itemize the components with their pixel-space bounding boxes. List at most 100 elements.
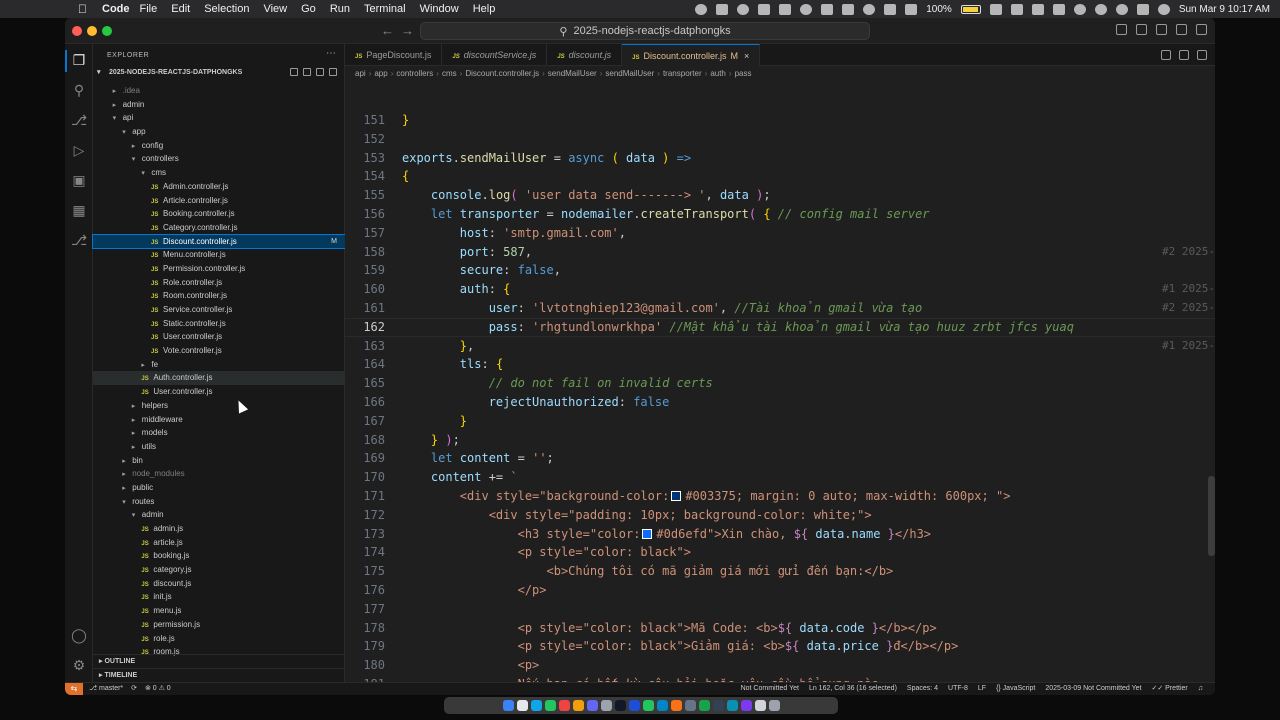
- file-item[interactable]: JS role.js: [93, 632, 345, 646]
- code-line[interactable]: 172 <div style="padding: 10px; backgroun…: [345, 506, 1215, 525]
- code-line[interactable]: 176 </p>: [345, 581, 1215, 600]
- split-editor-icon[interactable]: [1179, 50, 1189, 60]
- code-line[interactable]: 156 let transporter = nodemailer.createT…: [345, 205, 1215, 224]
- folder-item[interactable]: ▸ utils: [93, 440, 345, 454]
- code-line[interactable]: 155 console.log( 'user data send------->…: [345, 186, 1215, 205]
- prettier-status[interactable]: ✓✓ Prettier: [1152, 683, 1188, 695]
- file-item[interactable]: JS Room.controller.js: [93, 289, 345, 303]
- folder-item[interactable]: ▸ node_modules: [93, 467, 345, 481]
- display-icon[interactable]: [1010, 3, 1023, 15]
- minimize-window-button[interactable]: [87, 26, 97, 36]
- open-changes-icon[interactable]: [1161, 50, 1171, 60]
- messages-icon[interactable]: [544, 700, 556, 711]
- end-of-line[interactable]: LF: [978, 683, 986, 695]
- file-item[interactable]: JS Article.controller.js: [93, 194, 345, 208]
- more-editor-actions-icon[interactable]: [1197, 50, 1207, 60]
- sublime-icon[interactable]: [670, 700, 682, 711]
- menu-window[interactable]: Window: [420, 3, 459, 15]
- folder-item[interactable]: ▸ config: [93, 139, 345, 153]
- file-item[interactable]: JS category.js: [93, 563, 345, 577]
- code-line[interactable]: 179 <p style="color: black">Giảm giá: <b…: [345, 637, 1215, 656]
- file-item[interactable]: JS article.js: [93, 536, 345, 550]
- folder-item[interactable]: ▸ middleware: [93, 413, 345, 427]
- breadcrumb-item[interactable]: api: [355, 69, 366, 78]
- control-center-icon[interactable]: [1136, 3, 1149, 15]
- editor-tab[interactable]: JS discountService.js: [442, 44, 548, 66]
- code-line[interactable]: 160 auth: {#1 2025-: [345, 280, 1215, 299]
- file-item[interactable]: JS Discount.controller.js M: [92, 233, 346, 250]
- file-item[interactable]: JS menu.js: [93, 604, 345, 618]
- zalo-icon[interactable]: [656, 700, 668, 711]
- menu-terminal[interactable]: Terminal: [364, 3, 406, 15]
- extensions-icon[interactable]: ▦: [71, 202, 87, 218]
- dock-app-icon[interactable]: [726, 700, 738, 711]
- file-item[interactable]: JS Auth.controller.js: [93, 371, 345, 386]
- chrome-icon[interactable]: [737, 3, 750, 15]
- breadcrumb-item[interactable]: transporter: [663, 69, 702, 78]
- cursor-position[interactable]: Ln 162, Col 36 (16 selected): [809, 683, 897, 695]
- file-item[interactable]: JS discount.js: [93, 577, 345, 591]
- file-item[interactable]: JS init.js: [93, 590, 345, 604]
- timeline-section[interactable]: ▸ TIMELINE: [93, 668, 345, 682]
- file-item[interactable]: JS Permission.controller.js: [93, 262, 345, 276]
- code-line[interactable]: 166 rejectUnauthorized: false: [345, 393, 1215, 412]
- code-line[interactable]: 181 Nếu bạn có bất kỳ câu hỏi hoặc yêu c…: [345, 675, 1215, 682]
- close-tab-icon[interactable]: ×: [744, 51, 749, 61]
- mail-icon[interactable]: [558, 700, 570, 711]
- vpn-icon[interactable]: [821, 3, 834, 15]
- file-item[interactable]: JS permission.js: [93, 618, 345, 632]
- code-line[interactable]: 173 <h3 style="color: #0d6efd">Xin chào, …: [345, 525, 1215, 544]
- dock-app-icon[interactable]: [712, 700, 724, 711]
- dock-app-icon[interactable]: [740, 700, 752, 711]
- menu-help[interactable]: Help: [473, 3, 496, 15]
- user-icon[interactable]: [1094, 3, 1107, 15]
- folder-item[interactable]: ▾ controllers: [93, 152, 345, 166]
- launchpad-icon[interactable]: [516, 700, 528, 711]
- indentation[interactable]: Spaces: 4: [907, 683, 938, 695]
- menu-app-name[interactable]: Code: [102, 3, 130, 15]
- code-line[interactable]: 178 <p style="color: black">Mã Code: <b>…: [345, 619, 1215, 638]
- menu-edit[interactable]: Edit: [171, 3, 190, 15]
- outline-section[interactable]: ▸ OUTLINE: [93, 654, 345, 668]
- menu-view[interactable]: View: [263, 3, 287, 15]
- file-item[interactable]: JS User.controller.js: [93, 330, 345, 344]
- code-line[interactable]: 161 user: 'lvtotnghiep123@gmail.com', //…: [345, 299, 1215, 318]
- breadcrumb-item[interactable]: sendMailUser: [548, 69, 597, 78]
- file-item[interactable]: JS Static.controller.js: [93, 317, 345, 331]
- folder-item[interactable]: ▸ bin: [93, 454, 345, 468]
- record-icon[interactable]: [695, 3, 708, 15]
- folder-item[interactable]: ▸ fe: [93, 358, 345, 372]
- siri-icon[interactable]: [1157, 3, 1170, 15]
- code-line[interactable]: 163 }, #1 2025-: [345, 337, 1215, 356]
- back-arrow-icon[interactable]: ←: [381, 23, 394, 38]
- copilot-icon[interactable]: [1116, 24, 1127, 35]
- source-control-icon[interactable]: ⎇: [71, 112, 87, 128]
- line-blame[interactable]: 2025-03-09 Not Committed Yet: [1045, 683, 1141, 695]
- code-line[interactable]: 177: [345, 600, 1215, 619]
- problems-count[interactable]: ⊗ 0 ⚠ 0: [145, 685, 171, 692]
- folder-item[interactable]: ▸ admin: [93, 98, 345, 112]
- new-folder-icon[interactable]: [303, 68, 311, 76]
- code-line[interactable]: 162 pass: 'rhgtundlonwrkhpa' //Mật khẩu …: [345, 318, 1215, 337]
- trash-icon[interactable]: [768, 700, 780, 711]
- file-item[interactable]: JS User.controller.js: [93, 385, 345, 399]
- code-line[interactable]: 152: [345, 130, 1215, 149]
- sync-icon[interactable]: ⟳: [131, 685, 137, 692]
- file-item[interactable]: JS Menu.controller.js: [93, 248, 345, 262]
- menu-selection[interactable]: Selection: [204, 3, 249, 15]
- file-item[interactable]: JS Category.controller.js: [93, 221, 345, 235]
- spotlight-search-icon[interactable]: [1115, 3, 1128, 15]
- git-blame-status[interactable]: Not Committed Yet: [741, 683, 799, 695]
- file-item[interactable]: JS Admin.controller.js: [93, 180, 345, 194]
- folder-item[interactable]: ▾ routes: [93, 495, 345, 509]
- finder-icon[interactable]: [502, 700, 514, 711]
- menu-go[interactable]: Go: [301, 3, 316, 15]
- file-item[interactable]: JS Role.controller.js: [93, 276, 345, 290]
- git-graph-icon[interactable]: ⎇: [71, 232, 87, 248]
- file-item[interactable]: JS admin.js: [93, 522, 345, 536]
- menu-run[interactable]: Run: [330, 3, 350, 15]
- menu-bar-clock[interactable]: Sun Mar 9 10:17 AM: [1179, 4, 1270, 15]
- safari-icon[interactable]: [530, 700, 542, 711]
- encoding[interactable]: UTF-8: [948, 683, 968, 695]
- keyboard-icon[interactable]: [758, 3, 771, 15]
